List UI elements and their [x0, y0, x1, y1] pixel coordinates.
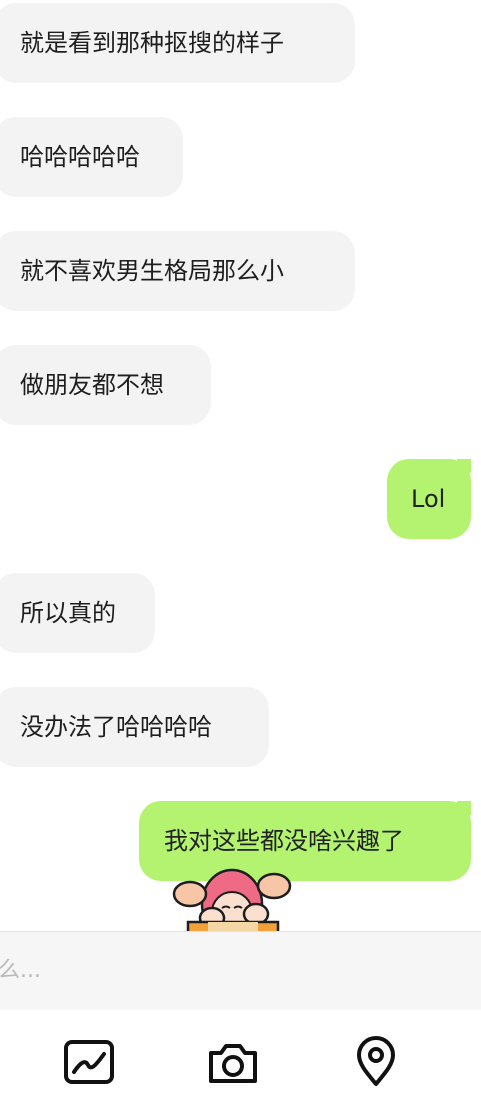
- bubble-tail: [457, 801, 471, 815]
- message-text: 没办法了哈哈哈哈: [20, 713, 212, 741]
- bubble-tail: [457, 459, 471, 473]
- message-text: Lol: [411, 485, 446, 513]
- camera-icon[interactable]: [205, 1034, 261, 1090]
- bottom-toolbar: [0, 1010, 481, 1112]
- message-text: 所以真的: [20, 599, 116, 627]
- message-bubble-outgoing[interactable]: Lol: [387, 459, 471, 539]
- message-bubble-incoming[interactable]: 做朋友都不想: [0, 345, 211, 425]
- message-text: 就是看到那种抠搜的样子: [20, 29, 284, 57]
- location-icon[interactable]: [348, 1034, 404, 1090]
- message-bubble-incoming[interactable]: 所以真的: [0, 573, 155, 653]
- message-text: 哈哈哈哈哈: [20, 143, 140, 171]
- gallery-icon[interactable]: [61, 1034, 117, 1090]
- message-bubble-incoming[interactable]: 没办法了哈哈哈哈: [0, 687, 269, 767]
- message-text: 我对这些都没啥兴趣了: [164, 827, 404, 855]
- message-bubble-incoming[interactable]: 哈哈哈哈哈: [0, 117, 183, 197]
- message-input-placeholder[interactable]: 么...: [0, 956, 41, 986]
- message-text: 做朋友都不想: [20, 371, 164, 399]
- message-bubble-incoming[interactable]: 就是看到那种抠搜的样子: [0, 3, 355, 83]
- message-bubble-incoming[interactable]: 就不喜欢男生格局那么小: [0, 231, 355, 311]
- sticker-girl-image: [168, 864, 292, 932]
- message-text: 就不喜欢男生格局那么小: [20, 257, 284, 285]
- message-input-bar[interactable]: 么...: [0, 931, 481, 1011]
